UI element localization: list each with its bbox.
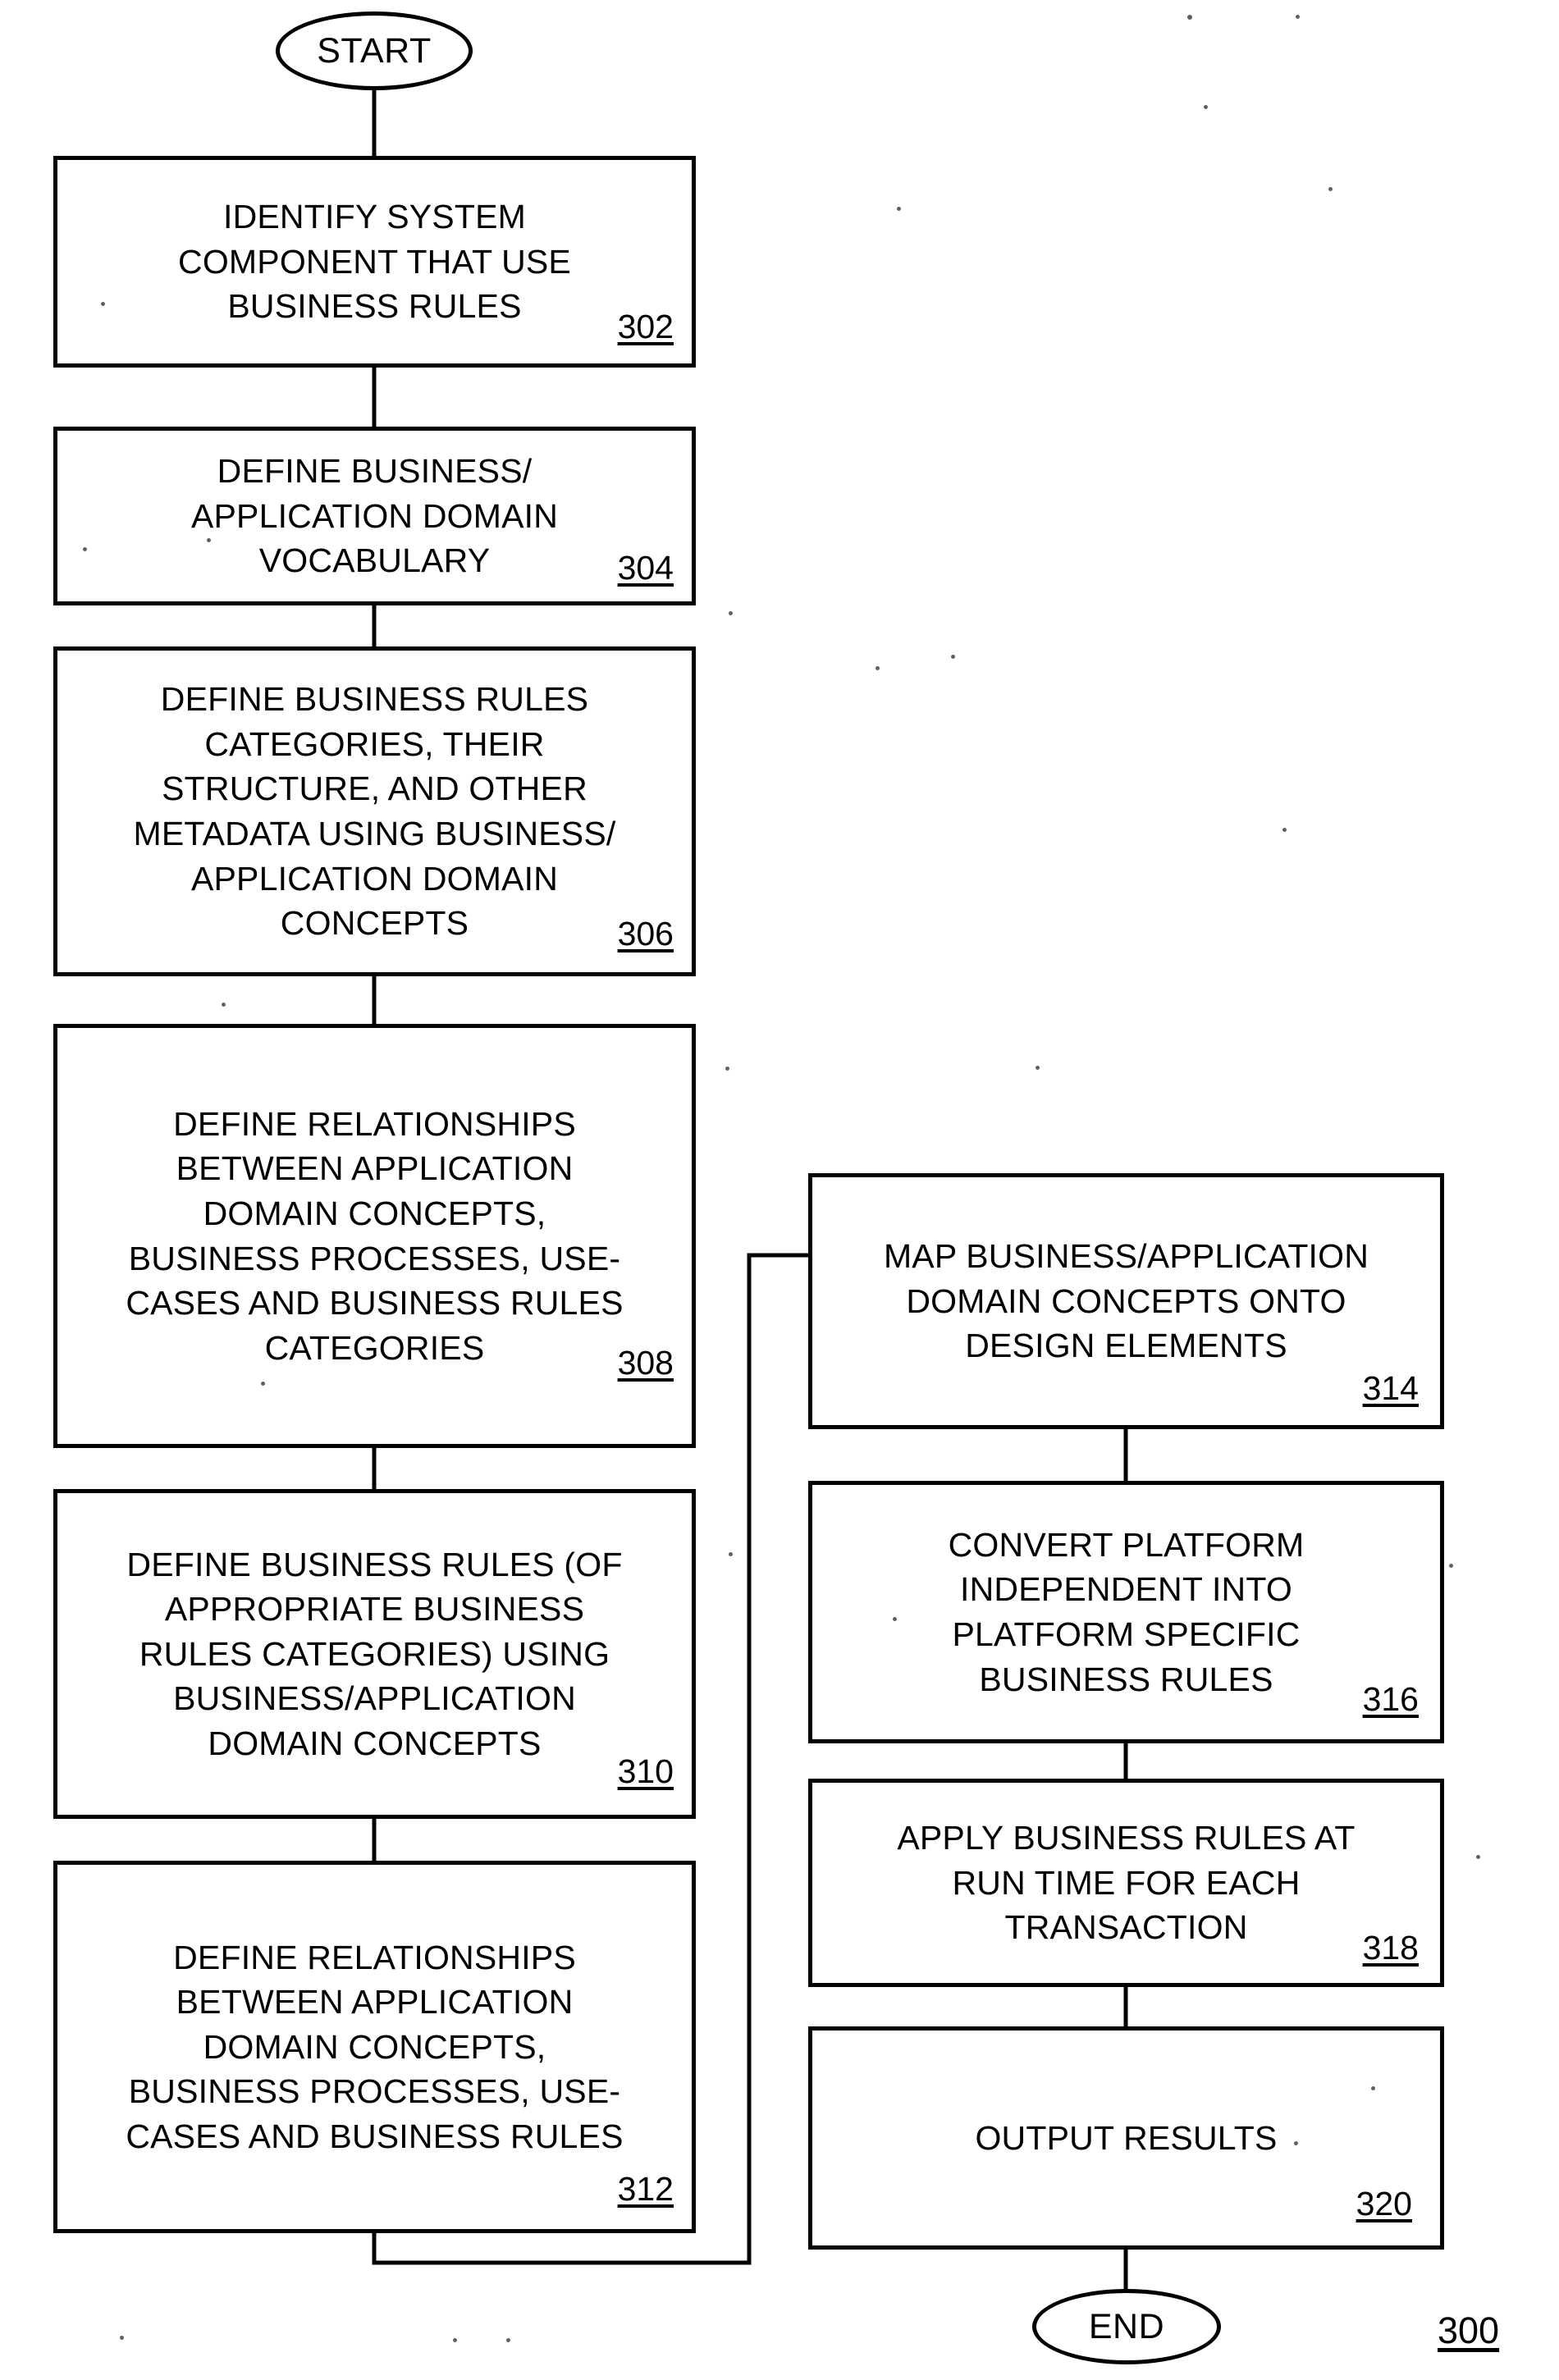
scan-speck bbox=[83, 547, 87, 551]
scan-speck bbox=[729, 1552, 733, 1556]
process-step-310: DEFINE BUSINESS RULES (OF APPROPRIATE BU… bbox=[53, 1489, 696, 1819]
scan-speck bbox=[1187, 15, 1192, 20]
process-step-308: DEFINE RELATIONSHIPS BETWEEN APPLICATION… bbox=[53, 1024, 696, 1448]
step-306-text: DEFINE BUSINESS RULES CATEGORIES, THEIR … bbox=[133, 680, 616, 943]
scan-speck bbox=[1328, 187, 1333, 191]
scan-speck bbox=[893, 1617, 897, 1621]
start-label: START bbox=[317, 30, 432, 71]
step-304-reference: 304 bbox=[617, 549, 674, 587]
scan-speck bbox=[951, 655, 955, 659]
scan-speck bbox=[453, 2338, 457, 2342]
scan-speck bbox=[120, 2336, 124, 2340]
process-step-318: APPLY BUSINESS RULES AT RUN TIME FOR EAC… bbox=[808, 1779, 1444, 1987]
scan-speck bbox=[1449, 1564, 1453, 1568]
scan-speck bbox=[1296, 15, 1300, 19]
scan-speck bbox=[506, 2338, 510, 2342]
scan-speck bbox=[207, 538, 211, 542]
scan-speck bbox=[261, 1382, 265, 1386]
scan-speck bbox=[222, 1003, 226, 1007]
step-310-reference: 310 bbox=[617, 1752, 674, 1790]
step-316-text: CONVERT PLATFORM INDEPENDENT INTO PLATFO… bbox=[948, 1525, 1305, 1698]
scan-speck bbox=[1282, 828, 1287, 832]
start-terminator: START bbox=[276, 11, 473, 90]
scan-speck bbox=[1204, 105, 1208, 109]
step-312-text: DEFINE RELATIONSHIPS BETWEEN APPLICATION… bbox=[126, 1938, 624, 2155]
patent-flowchart-figure: START IDENTIFY SYSTEM COMPONENT THAT USE… bbox=[0, 0, 1559, 2380]
process-step-312: DEFINE RELATIONSHIPS BETWEEN APPLICATION… bbox=[53, 1861, 696, 2233]
end-terminator: END bbox=[1032, 2289, 1221, 2364]
step-302-text: IDENTIFY SYSTEM COMPONENT THAT USE BUSIN… bbox=[178, 198, 571, 326]
scan-speck bbox=[876, 666, 880, 670]
process-step-320: OUTPUT RESULTS 320 bbox=[808, 2026, 1444, 2250]
scan-speck bbox=[1036, 1066, 1040, 1070]
step-318-reference: 318 bbox=[1362, 1929, 1419, 1967]
step-310-text: DEFINE BUSINESS RULES (OF APPROPRIATE BU… bbox=[126, 1545, 623, 1762]
step-314-reference: 314 bbox=[1362, 1369, 1419, 1407]
process-step-302: IDENTIFY SYSTEM COMPONENT THAT USE BUSIN… bbox=[53, 156, 696, 368]
scan-speck bbox=[101, 302, 105, 306]
step-302-reference: 302 bbox=[617, 308, 674, 345]
step-318-text: APPLY BUSINESS RULES AT RUN TIME FOR EAC… bbox=[897, 1819, 1356, 1947]
step-316-reference: 316 bbox=[1362, 1680, 1419, 1718]
end-label: END bbox=[1088, 2306, 1165, 2346]
step-308-text: DEFINE RELATIONSHIPS BETWEEN APPLICATION… bbox=[126, 1104, 624, 1367]
scan-speck bbox=[1371, 2086, 1375, 2090]
figure-number-label: 300 bbox=[1438, 2309, 1500, 2351]
step-320-text: OUTPUT RESULTS bbox=[975, 2118, 1278, 2157]
step-314-text: MAP BUSINESS/APPLICATION DOMAIN CONCEPTS… bbox=[883, 1237, 1369, 1365]
process-step-304: DEFINE BUSINESS/ APPLICATION DOMAIN VOCA… bbox=[53, 427, 696, 605]
process-step-314: MAP BUSINESS/APPLICATION DOMAIN CONCEPTS… bbox=[808, 1173, 1444, 1429]
process-step-306: DEFINE BUSINESS RULES CATEGORIES, THEIR … bbox=[53, 646, 696, 976]
scan-speck bbox=[1476, 1855, 1480, 1859]
scan-speck bbox=[729, 611, 733, 615]
scan-speck bbox=[725, 1067, 729, 1071]
step-308-reference: 308 bbox=[617, 1344, 674, 1382]
step-304-text: DEFINE BUSINESS/ APPLICATION DOMAIN VOCA… bbox=[190, 452, 559, 580]
step-312-reference: 312 bbox=[617, 2170, 674, 2208]
process-step-316: CONVERT PLATFORM INDEPENDENT INTO PLATFO… bbox=[808, 1481, 1444, 1743]
step-320-reference: 320 bbox=[1356, 2185, 1412, 2222]
step-306-reference: 306 bbox=[617, 915, 674, 952]
scan-speck bbox=[897, 207, 901, 211]
scan-speck bbox=[1294, 2141, 1298, 2145]
